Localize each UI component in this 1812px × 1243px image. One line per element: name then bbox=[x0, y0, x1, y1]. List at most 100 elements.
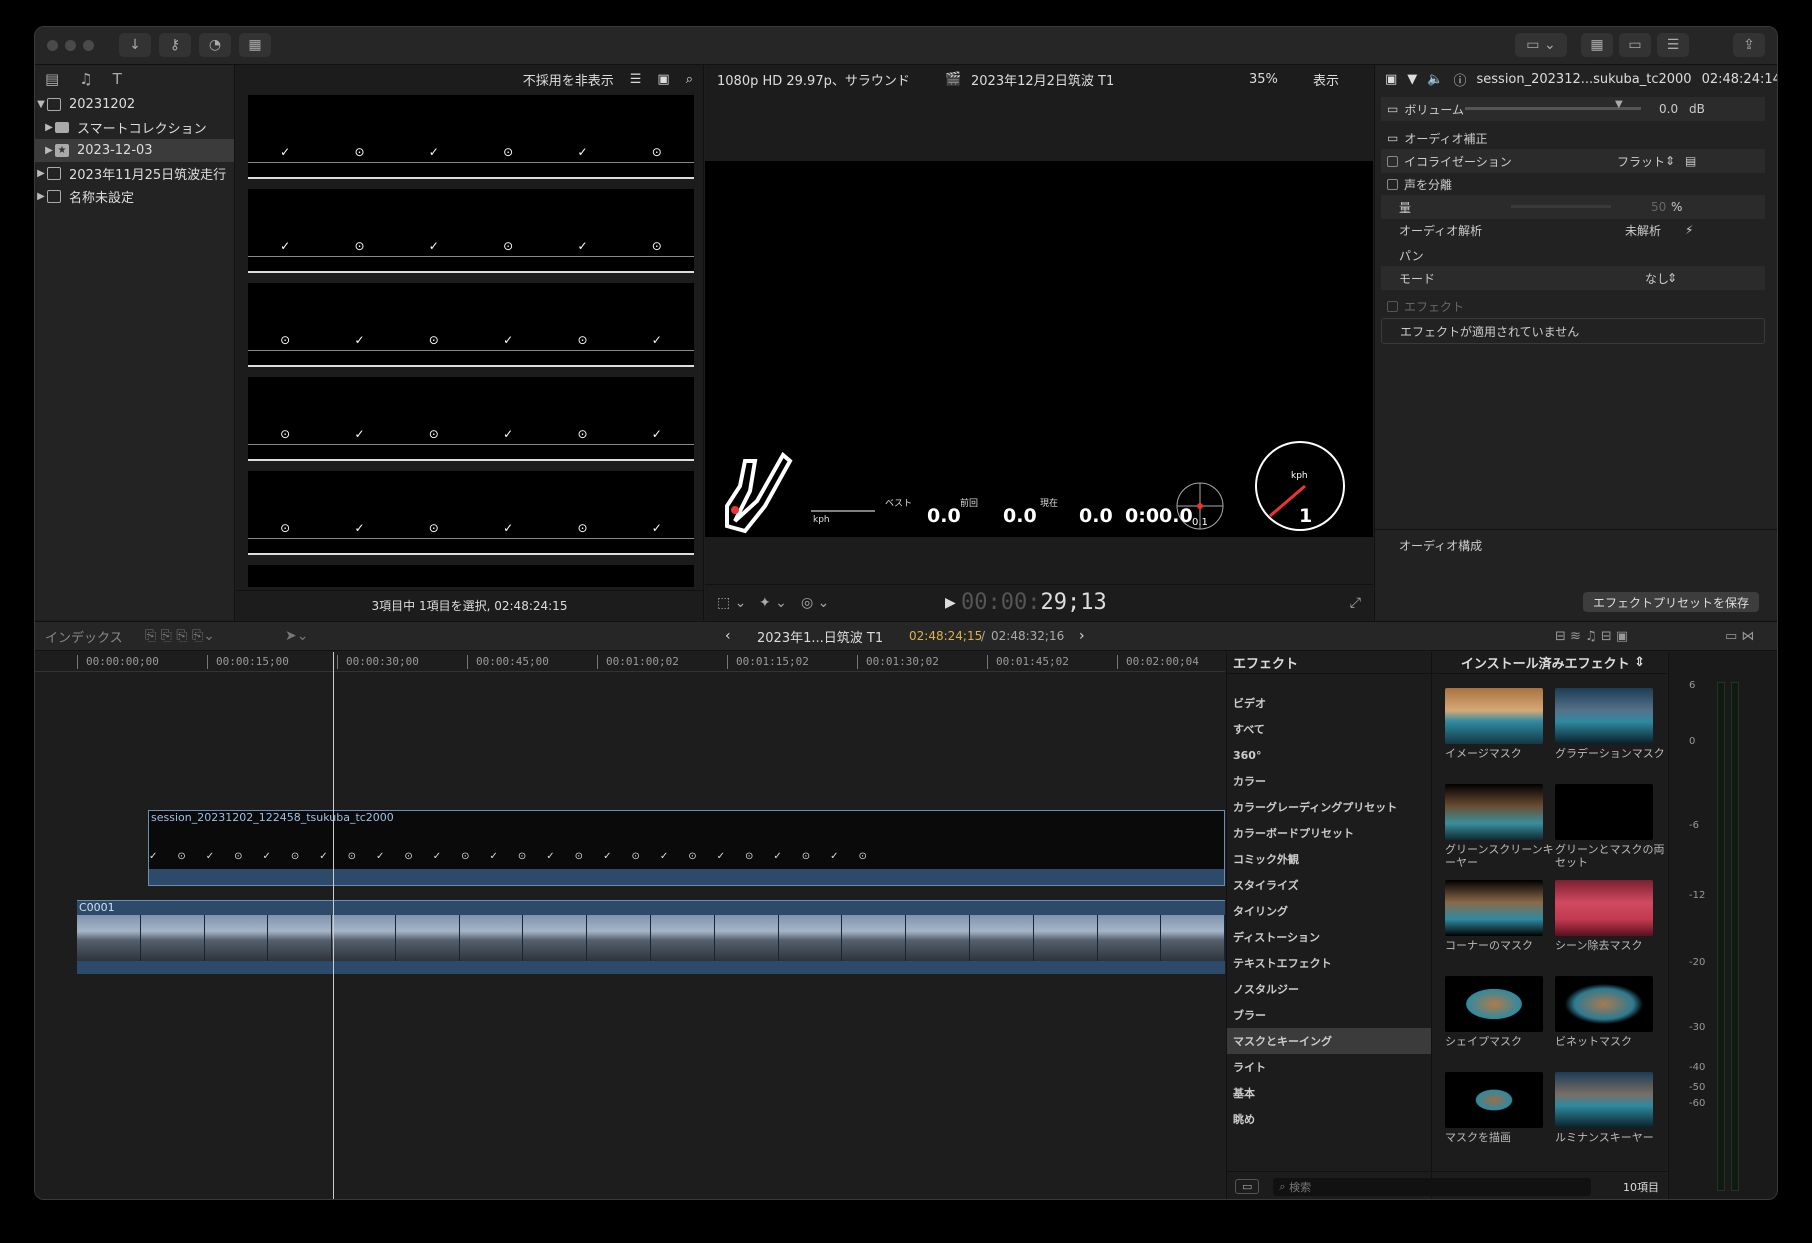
connected-clip[interactable]: session_20231202_122458_tsukuba_tc2000 ✓… bbox=[148, 810, 1225, 886]
effects-category-nostalgia[interactable]: ノスタルジー bbox=[1227, 976, 1431, 1002]
clip-appearance-icon[interactable]: ▣ bbox=[657, 72, 669, 87]
effects-category-video[interactable]: ビデオ bbox=[1227, 690, 1431, 716]
zoom-window-button[interactable] bbox=[83, 40, 94, 51]
video-inspector-icon[interactable]: ▣ bbox=[1385, 72, 1397, 87]
disclosure-closed-icon[interactable]: ▶ bbox=[35, 191, 47, 202]
library-item-untitled[interactable]: ▶ 名称未設定 bbox=[35, 185, 234, 208]
clip-filmstrip[interactable]: ⊙ ✓ ⊙ ✓ ⊙ ✓ bbox=[248, 283, 694, 367]
effects-category-looks[interactable]: 眺め bbox=[1227, 1106, 1431, 1132]
history-forward-icon[interactable]: › bbox=[1079, 628, 1085, 644]
effects-category-tiling[interactable]: タイリング bbox=[1227, 898, 1431, 924]
audio-inspector-icon[interactable]: 🔈 bbox=[1427, 72, 1443, 87]
amount-slider[interactable] bbox=[1511, 205, 1611, 208]
info-inspector-icon[interactable]: ⓘ bbox=[1453, 70, 1466, 89]
pan-mode-popup[interactable]: なし bbox=[1645, 270, 1669, 287]
close-window-button[interactable] bbox=[47, 40, 58, 51]
effect-corner-mask[interactable]: コーナーのマスク bbox=[1445, 880, 1555, 952]
effect-gradient-mask[interactable]: グラデーションマスク bbox=[1555, 688, 1665, 760]
sidebar-toggle-icon[interactable]: ▭ bbox=[1235, 1179, 1260, 1194]
effects-category-blur[interactable]: ブラー bbox=[1227, 1002, 1431, 1028]
library-item-20231202[interactable]: ▼ 20231202 bbox=[35, 93, 234, 116]
eq-graph-icon[interactable]: ▤ bbox=[1685, 154, 1696, 168]
library-item-tsukuba-1125[interactable]: ▶ 2023年11月25日筑波走行 bbox=[35, 162, 234, 185]
volume-value[interactable]: 0.0 bbox=[1659, 102, 1678, 116]
effect-scene-removal-mask[interactable]: シーン除去マスク bbox=[1555, 880, 1665, 952]
effects-category-masks-keying[interactable]: マスクとキーイング bbox=[1227, 1028, 1431, 1054]
playhead[interactable] bbox=[333, 652, 334, 1199]
background-tasks-icon[interactable]: ◔ bbox=[199, 33, 231, 57]
effects-category-color[interactable]: カラー bbox=[1227, 768, 1431, 794]
disclosure-closed-icon[interactable]: ▶ bbox=[35, 168, 47, 179]
minimize-window-button[interactable] bbox=[65, 40, 76, 51]
keyword-icon[interactable]: ⚷ bbox=[159, 33, 191, 57]
effects-category-comic[interactable]: コミック外観 bbox=[1227, 846, 1431, 872]
effects-category-360[interactable]: 360° bbox=[1227, 742, 1431, 768]
effects-checkbox[interactable] bbox=[1387, 300, 1398, 312]
share-layout-icon[interactable]: ▦ bbox=[239, 33, 271, 57]
color-inspector-icon[interactable]: ▼ bbox=[1407, 72, 1417, 87]
timeline-view-icons[interactable]: ⊟ ≋ ♫ ⊟ ▣ bbox=[1555, 629, 1628, 644]
viewer-timecode[interactable]: 00:00:29;13 bbox=[961, 590, 1107, 615]
enhance-icon[interactable]: ✦ ⌄ bbox=[759, 595, 787, 611]
save-effects-preset-button[interactable]: エフェクトプリセットを保存 bbox=[1582, 592, 1759, 612]
library-item-event-2023-12-03[interactable]: ▶ ★ 2023-12-03 bbox=[35, 139, 234, 162]
timeline-ruler[interactable]: 00:00:00;00 00:00:15;00 00:00:30;00 00:0… bbox=[35, 652, 1225, 672]
effect-shape-mask[interactable]: シェイプマスク bbox=[1445, 976, 1555, 1048]
effects-category-distortion[interactable]: ディストーション bbox=[1227, 924, 1431, 950]
speed-icon[interactable]: ◎ ⌄ bbox=[801, 595, 829, 611]
clip-filmstrip[interactable]: ✓ ⊙ ✓ ⊙ ✓ ⊙ bbox=[248, 95, 694, 179]
equalization-checkbox[interactable] bbox=[1387, 155, 1398, 167]
clip-filmstrip[interactable]: ⊙ ✓ ⊙ ✓ ⊙ ✓ bbox=[248, 377, 694, 461]
analyze-wand-icon[interactable]: ⚡ bbox=[1685, 223, 1693, 237]
play-icon[interactable]: ▶ bbox=[945, 595, 956, 611]
libraries-icon[interactable]: ▤ bbox=[45, 70, 59, 88]
effects-category-text[interactable]: テキストエフェクト bbox=[1227, 950, 1431, 976]
effect-luma-keyer[interactable]: ルミナンスキーヤー bbox=[1555, 1072, 1665, 1144]
disclosure-closed-icon[interactable]: ▶ bbox=[43, 145, 55, 156]
amount-value[interactable]: 50 bbox=[1651, 200, 1666, 214]
effect-green-screen-keyer[interactable]: グリーンスクリーンキーヤー bbox=[1445, 784, 1555, 869]
audio-enhance-section[interactable]: ▭ オーディオ補正 bbox=[1381, 126, 1765, 150]
fullscreen-icon[interactable]: ⤢ bbox=[1350, 595, 1361, 611]
audio-config-row[interactable]: オーディオ構成 bbox=[1381, 533, 1765, 557]
index-button[interactable]: インデックス bbox=[45, 627, 123, 646]
effects-category-stylize[interactable]: スタイライズ bbox=[1227, 872, 1431, 898]
clip-filmstrip[interactable]: ✓ ⊙ ✓ ⊙ ✓ ⊙ bbox=[248, 189, 694, 273]
view-menu[interactable]: 表示 bbox=[1313, 70, 1339, 89]
effect-vignette-mask[interactable]: ビネットマスク bbox=[1555, 976, 1665, 1048]
library-item-smart-collection[interactable]: ▶ スマートコレクション bbox=[35, 116, 234, 139]
search-icon[interactable]: ⌕ bbox=[686, 72, 693, 87]
disclosure-closed-icon[interactable]: ▶ bbox=[43, 122, 55, 133]
photos-audio-icon[interactable]: ♫ bbox=[79, 70, 92, 88]
effect-keyer-and-mask[interactable]: グリーンとマスクの両セット bbox=[1555, 784, 1665, 869]
browser-toggle-icon[interactable]: ▦ bbox=[1581, 33, 1613, 57]
edit-buttons-icon[interactable]: ⎘ ⎘ ⎘ ⎘⌄ bbox=[145, 628, 215, 644]
effects-browser-toggle-icon[interactable]: ▭ ⋈ bbox=[1725, 629, 1754, 644]
list-view-icon[interactable]: ☰ bbox=[630, 72, 642, 87]
primary-clip[interactable]: C0001 bbox=[77, 900, 1226, 974]
effects-category-light[interactable]: ライト bbox=[1227, 1054, 1431, 1080]
disclosure-open-icon[interactable]: ▼ bbox=[35, 99, 47, 110]
timeline-toggle-icon[interactable]: ▭ bbox=[1619, 33, 1651, 57]
effects-category-color-grading[interactable]: カラーグレーディングプリセット bbox=[1227, 794, 1431, 820]
equalization-popup[interactable]: フラット bbox=[1617, 153, 1665, 170]
timeline[interactable]: 00:00:00;00 00:00:15;00 00:00:30;00 00:0… bbox=[35, 652, 1226, 1199]
effects-category-color-board[interactable]: カラーボードプリセット bbox=[1227, 820, 1431, 846]
effects-search-field[interactable]: ⌕ 検索 bbox=[1273, 1177, 1592, 1196]
project-name-menu[interactable]: 2023年1...日筑波 T1 bbox=[757, 627, 883, 646]
clip-filter-menu[interactable]: 不採用を非表示 bbox=[523, 70, 614, 89]
installed-effects-menu[interactable]: インストール済みエフェクト ⇕ bbox=[1433, 652, 1667, 674]
inspector-toggle-icon[interactable]: ☰ bbox=[1657, 33, 1689, 57]
zoom-menu[interactable]: 35% bbox=[1249, 72, 1278, 87]
video-frame[interactable]: kph ベスト 前回 現在 0.0 0.0 0.0 0:00.0 0.1 kph… bbox=[705, 161, 1373, 537]
clip-filmstrip[interactable] bbox=[248, 565, 694, 587]
effect-draw-mask[interactable]: マスクを描画 bbox=[1445, 1072, 1555, 1144]
select-tool-icon[interactable]: ➤⌄ bbox=[285, 628, 308, 644]
workspace-menu-icon[interactable]: ▭ ⌄ bbox=[1515, 33, 1567, 57]
effects-category-all[interactable]: すべて bbox=[1227, 716, 1431, 742]
import-icon[interactable]: ↓ bbox=[119, 33, 151, 57]
effect-image-mask[interactable]: イメージマスク bbox=[1445, 688, 1555, 760]
history-back-icon[interactable]: ‹ bbox=[725, 628, 731, 644]
titles-generators-icon[interactable]: T bbox=[113, 70, 122, 88]
voice-isolation-checkbox[interactable] bbox=[1387, 178, 1398, 190]
